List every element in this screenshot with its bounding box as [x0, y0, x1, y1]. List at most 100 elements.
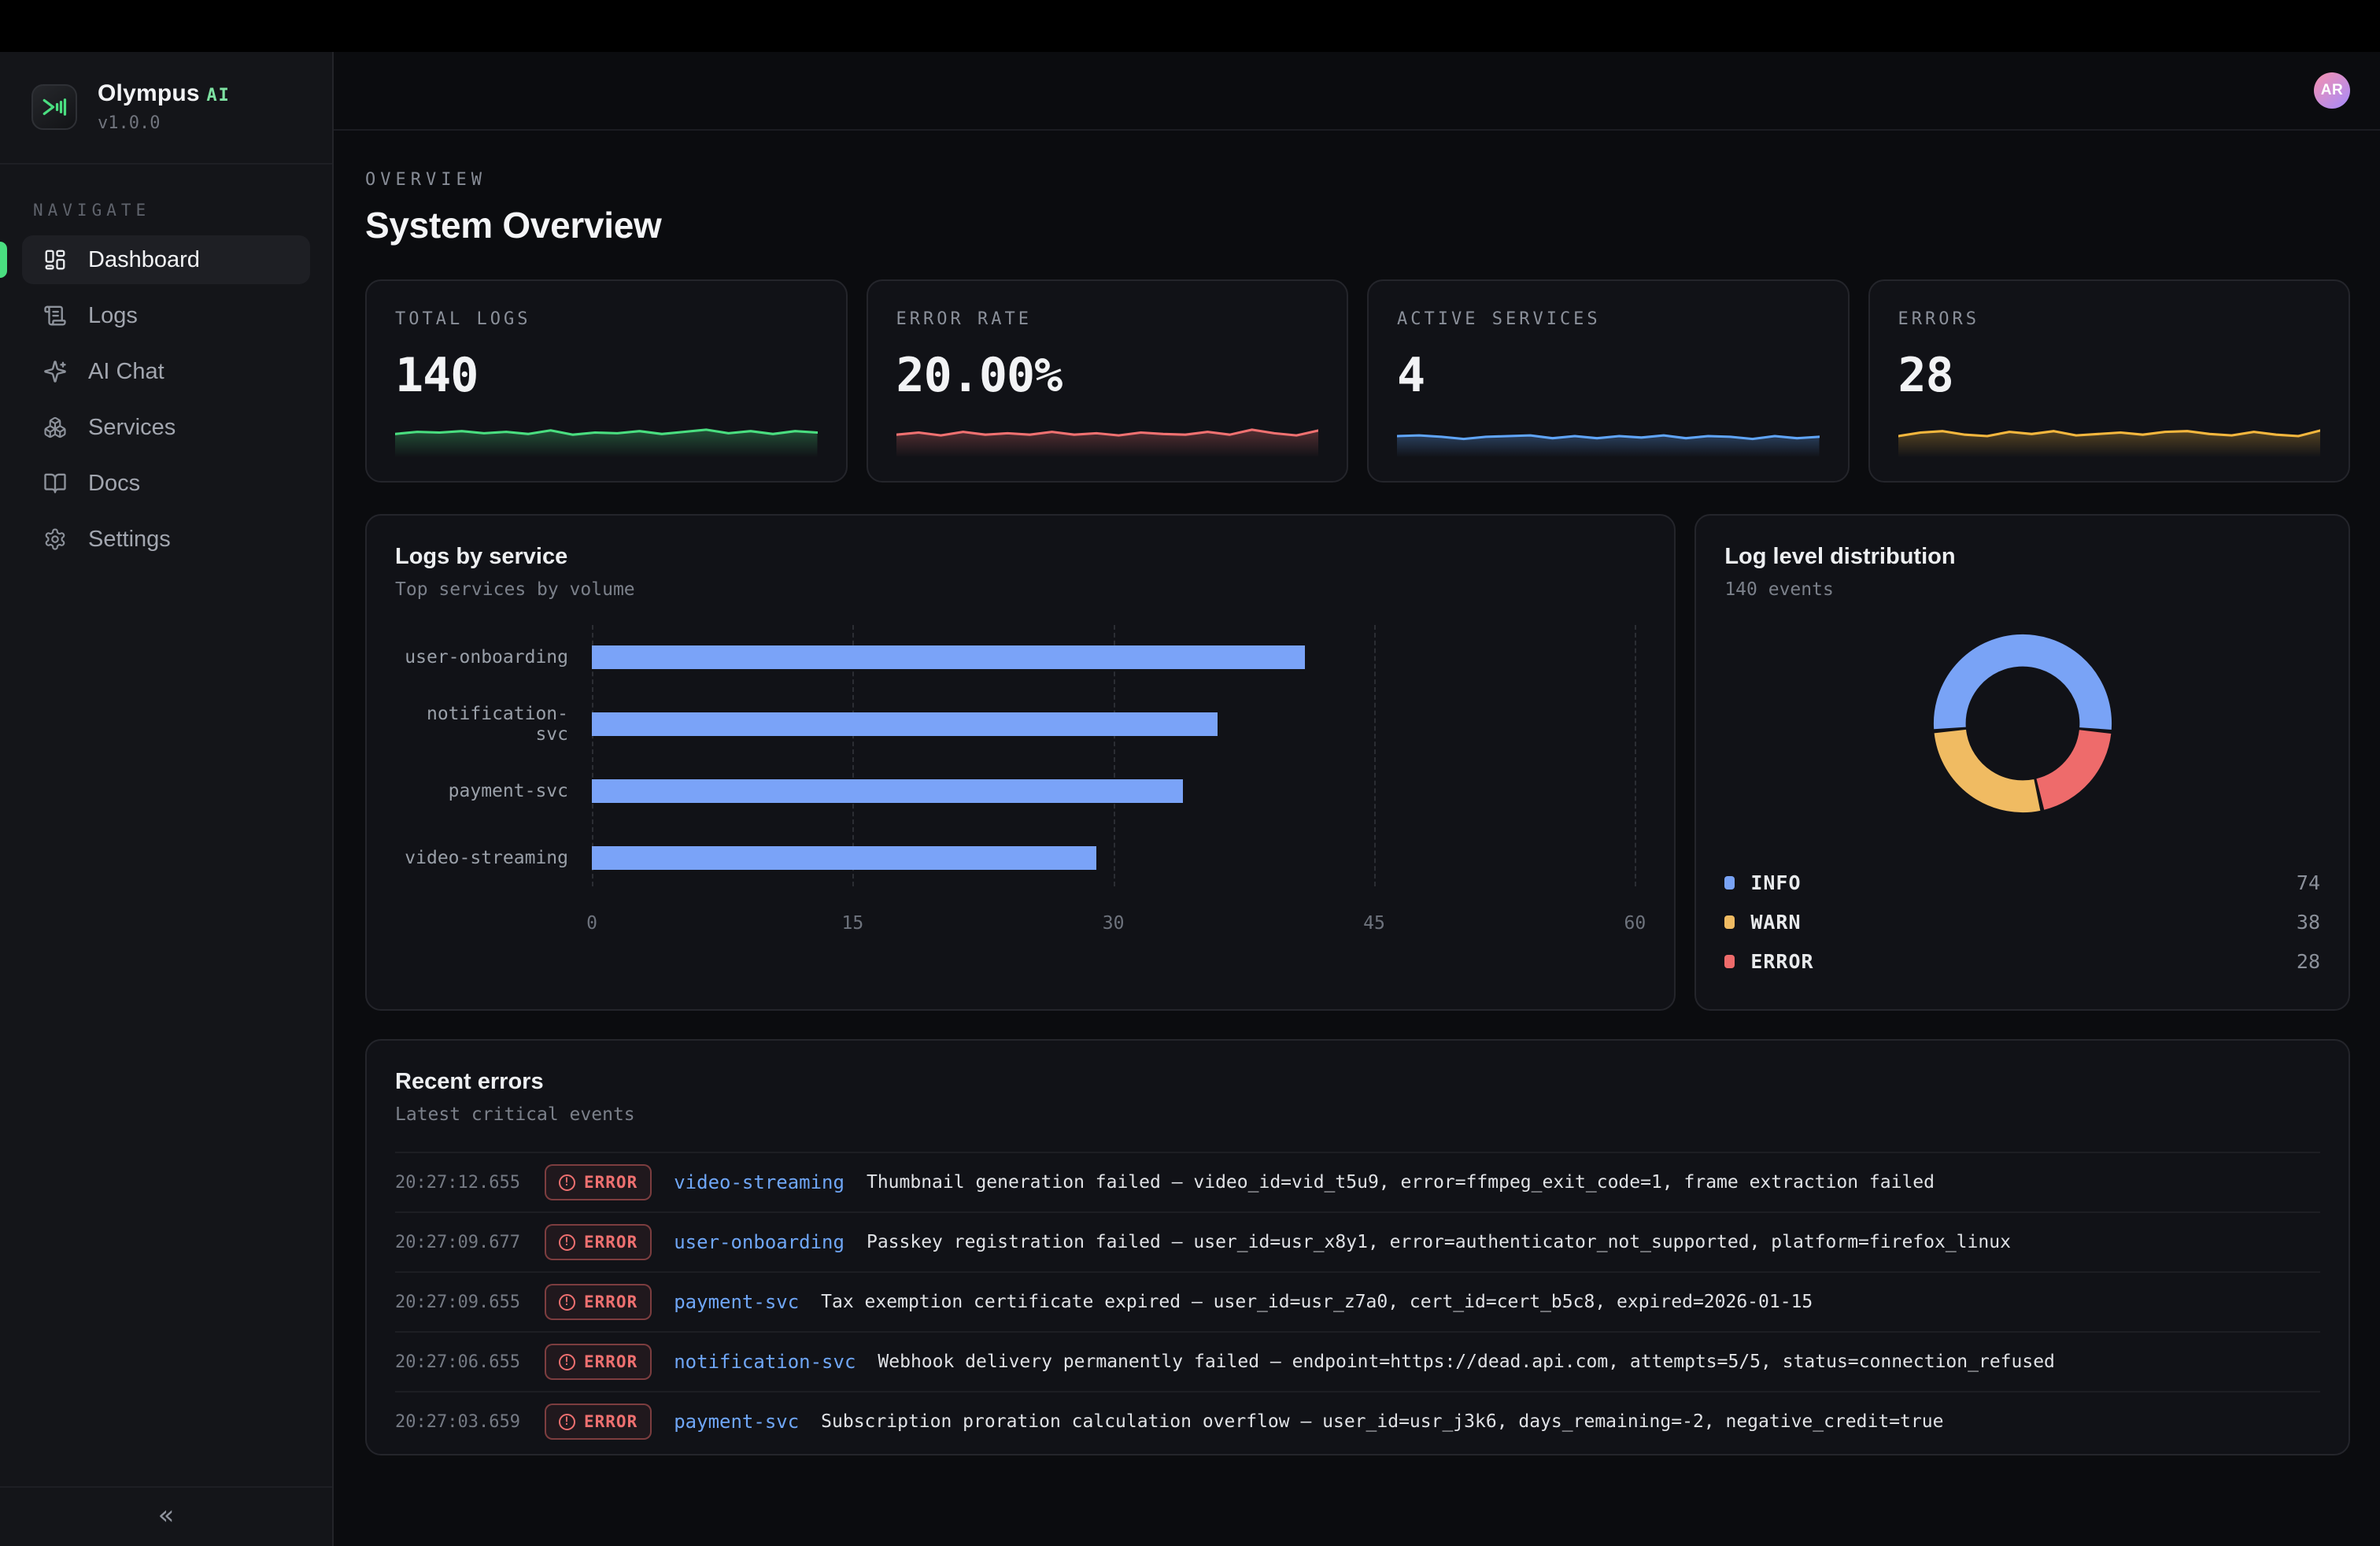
bar-row: payment-svc [395, 779, 1646, 803]
log-message: Thumbnail generation failed — video_id=v… [867, 1172, 1935, 1193]
alert-circle-icon [559, 1354, 575, 1370]
app-name: Olympus AI [98, 80, 231, 107]
sidebar: Olympus AI v1.0.0 NAVIGATE Dashboard [0, 52, 334, 1546]
legend-value: 74 [2297, 871, 2320, 894]
logs-by-service-card: Logs by service Top services by volume u… [365, 514, 1676, 1011]
alert-circle-icon [559, 1174, 575, 1191]
donut-chart-wrap [1724, 627, 2320, 820]
error-log-row: 20:27:03.659 ERROR payment-svc Subscript… [395, 1391, 2320, 1451]
dashboard-icon [43, 248, 67, 272]
log-service-link[interactable]: payment-svc [674, 1411, 799, 1433]
error-log-row: 20:27:09.677 ERROR user-onboarding Passk… [395, 1211, 2320, 1271]
log-message: Webhook delivery permanently failed — en… [878, 1352, 2055, 1372]
log-timestamp: 20:27:06.655 [395, 1352, 523, 1372]
sparkline-chart [896, 415, 1319, 457]
error-log-row: 20:27:12.655 ERROR video-streaming Thumb… [395, 1152, 2320, 1211]
horizontal-bar-chart: user-onboarding notification-svc payment… [395, 645, 1646, 935]
bar-row: video-streaming [395, 846, 1646, 870]
nav-section-label: NAVIGATE [33, 201, 299, 220]
error-level-badge: ERROR [545, 1404, 652, 1440]
bar-row: notification-svc [395, 712, 1646, 736]
alert-circle-icon [559, 1234, 575, 1251]
legend-label: WARN [1750, 911, 1801, 934]
legend-row-warn: WARN 38 [1724, 902, 2320, 941]
charts-row: Logs by service Top services by volume u… [365, 514, 2350, 1011]
sparkline-chart [395, 415, 818, 457]
sidebar-item-dashboard[interactable]: Dashboard [22, 235, 310, 284]
legend-swatch-info [1724, 876, 1735, 890]
sidebar-item-settings[interactable]: Settings [22, 515, 310, 564]
log-message: Passkey registration failed — user_id=us… [867, 1232, 2011, 1252]
sidebar-item-ai-chat[interactable]: AI Chat [22, 347, 310, 396]
bar [592, 779, 1183, 803]
legend-row-info: INFO 74 [1724, 863, 2320, 902]
error-log-row: 20:27:09.655 ERROR payment-svc Tax exemp… [395, 1271, 2320, 1331]
x-tick: 30 [1103, 913, 1125, 934]
book-open-icon [43, 472, 67, 495]
log-service-link[interactable]: video-streaming [674, 1171, 844, 1193]
sidebar-nav: Dashboard Logs [0, 235, 332, 564]
user-avatar[interactable]: AR [2314, 72, 2350, 109]
log-message: Subscription proration calculation overf… [821, 1411, 1943, 1432]
kpi-label: ACTIVE SERVICES [1397, 309, 1820, 329]
log-service-link[interactable]: user-onboarding [674, 1231, 844, 1253]
sidebar-item-logs[interactable]: Logs [22, 291, 310, 340]
recent-errors-title: Recent errors [395, 1069, 2320, 1095]
chart-title: Log level distribution [1724, 544, 2320, 570]
sparkline-chart [1397, 415, 1820, 457]
kpi-value: 140 [395, 348, 818, 403]
boxes-icon [43, 416, 67, 439]
x-tick: 0 [586, 913, 597, 934]
kpi-card-active-services: ACTIVE SERVICES 4 [1367, 279, 1850, 483]
sidebar-item-label: Services [88, 415, 176, 441]
alert-circle-icon [559, 1294, 575, 1311]
app-version: v1.0.0 [98, 113, 231, 133]
app-logo[interactable]: Olympus AI v1.0.0 [0, 52, 332, 165]
sidebar-item-services[interactable]: Services [22, 403, 310, 452]
donut-legend: INFO 74 WARN 38 ERROR 28 [1724, 863, 2320, 981]
kpi-card-error-rate: ERROR RATE 20.00% [867, 279, 1349, 483]
log-service-link[interactable]: notification-svc [674, 1351, 856, 1373]
page-title: System Overview [365, 204, 2350, 246]
page-eyebrow: OVERVIEW [365, 170, 2350, 190]
donut-chart [1926, 627, 2119, 820]
error-level-badge: ERROR [545, 1284, 652, 1320]
log-message: Tax exemption certificate expired — user… [821, 1292, 1813, 1312]
chart-subtitle: 140 events [1724, 579, 2320, 600]
sidebar-item-label: AI Chat [88, 359, 164, 385]
sidebar-item-docs[interactable]: Docs [22, 459, 310, 508]
kpi-row: TOTAL LOGS 140 ERROR RATE 20.00% ACTIVE … [365, 279, 2350, 483]
recent-errors-card: Recent errors Latest critical events 20:… [365, 1039, 2350, 1455]
alert-circle-icon [559, 1414, 575, 1430]
kpi-value: 28 [1898, 348, 2321, 403]
gear-icon [43, 527, 67, 551]
sidebar-footer: « [0, 1486, 332, 1546]
x-axis: 0 15 30 45 60 [592, 913, 1635, 935]
kpi-card-total-logs: TOTAL LOGS 140 [365, 279, 848, 483]
bar-track [592, 645, 1635, 669]
sidebar-item-label: Logs [88, 303, 138, 329]
sparkline-chart [1898, 415, 2321, 457]
sidebar-collapse-button[interactable]: « [158, 1502, 175, 1529]
sidebar-item-label: Settings [88, 527, 171, 553]
chart-title: Logs by service [395, 544, 1646, 570]
legend-label: INFO [1750, 871, 1801, 894]
log-timestamp: 20:27:09.677 [395, 1233, 523, 1252]
error-level-badge: ERROR [545, 1224, 652, 1260]
app-title-block: Olympus AI v1.0.0 [98, 80, 231, 133]
log-timestamp: 20:27:03.659 [395, 1412, 523, 1432]
error-level-badge: ERROR [545, 1344, 652, 1380]
bar-row: user-onboarding [395, 645, 1646, 669]
log-service-link[interactable]: payment-svc [674, 1291, 799, 1313]
error-log-list: 20:27:12.655 ERROR video-streaming Thumb… [395, 1152, 2320, 1451]
bar-category-label: payment-svc [395, 781, 568, 801]
bar-track [592, 846, 1635, 870]
kpi-label: TOTAL LOGS [395, 309, 818, 329]
bar-track [592, 712, 1635, 736]
app-name-suffix: AI [206, 86, 231, 105]
recent-errors-subtitle: Latest critical events [395, 1104, 2320, 1125]
bar [592, 712, 1218, 736]
sparkles-icon [43, 360, 67, 383]
scroll-icon [43, 304, 67, 327]
legend-swatch-warn [1724, 915, 1735, 929]
